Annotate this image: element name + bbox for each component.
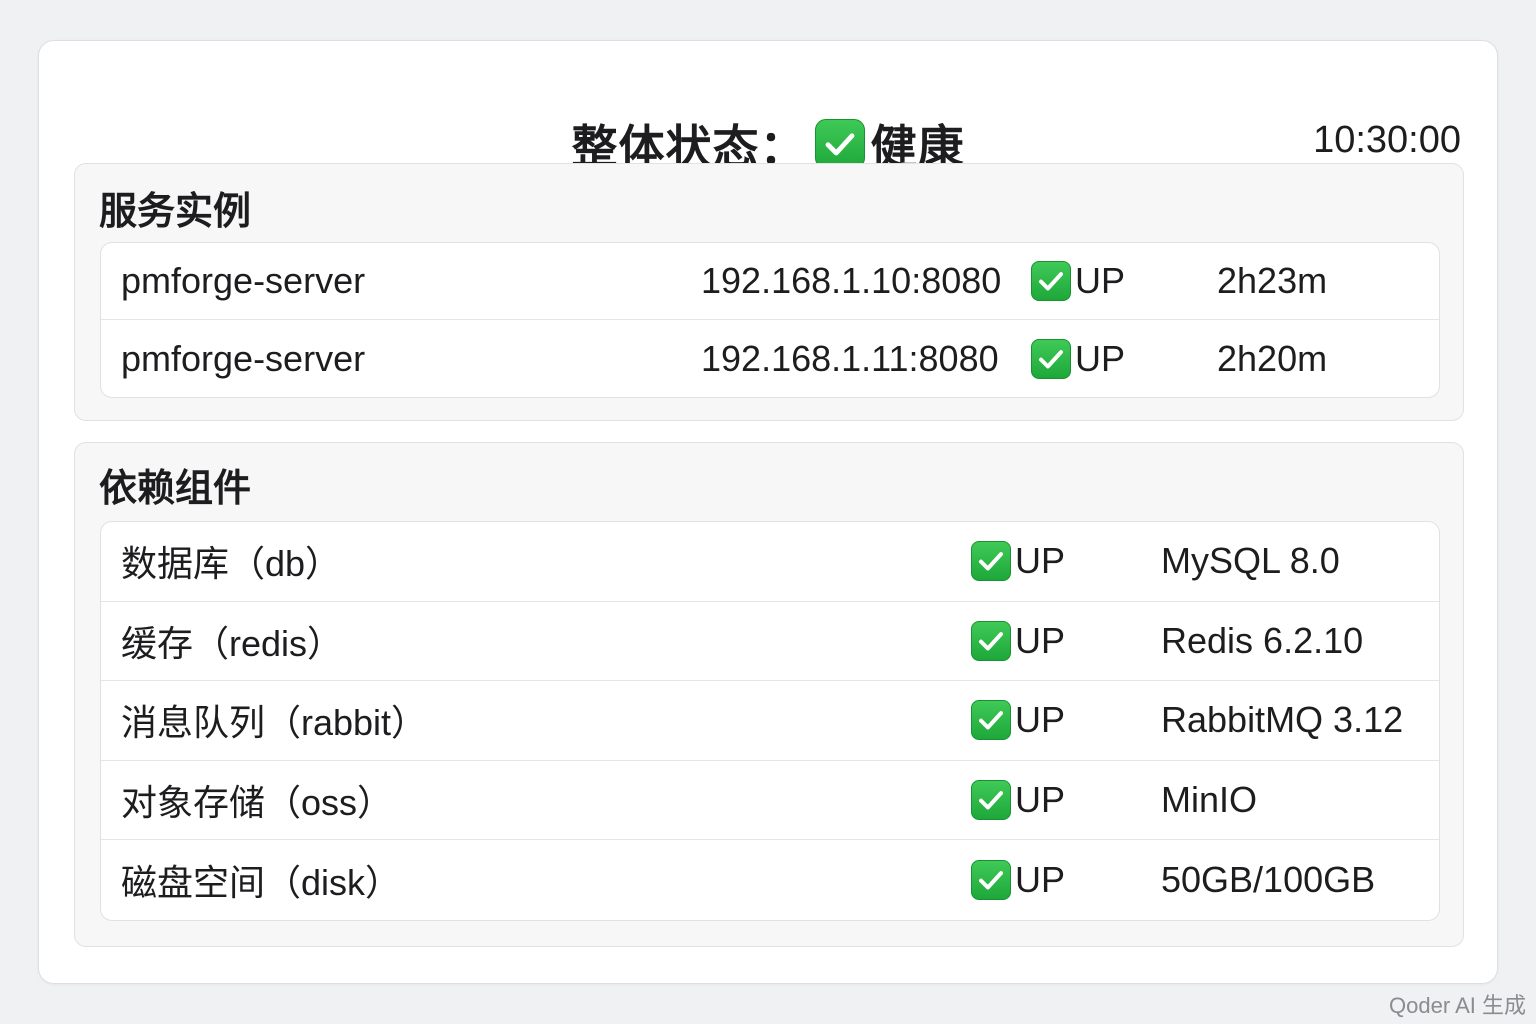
dependency-name: 缓存（redis）: [121, 622, 344, 664]
table-row: 缓存（redis） UP Redis 6.2.10: [101, 602, 1439, 682]
service-address: 192.168.1.11:8080: [701, 337, 999, 379]
status-text: UP: [1015, 540, 1066, 582]
dependency-status: UP: [971, 840, 1065, 920]
table-row: pmforge-server 192.168.1.10:8080 UP 2h23…: [101, 243, 1439, 320]
dependencies-section: 依赖组件 数据库（db） UP MySQL 8.0 缓存（redis） UP R…: [74, 442, 1464, 947]
dependency-name: 磁盘空间（disk）: [121, 862, 402, 904]
status-text: UP: [1075, 337, 1126, 379]
table-row: pmforge-server 192.168.1.11:8080 UP 2h20…: [101, 320, 1439, 397]
service-address: 192.168.1.10:8080: [701, 260, 1002, 301]
status-text: UP: [1075, 260, 1126, 301]
dependency-detail: RabbitMQ 3.12: [1161, 699, 1404, 741]
dependency-detail: MySQL 8.0: [1161, 540, 1340, 582]
health-status-card: 整体状态： 健康 10:30:00 服务实例 pmforge-server 19…: [38, 40, 1498, 984]
check-icon: [971, 780, 1011, 821]
status-text: UP: [1015, 779, 1066, 821]
check-icon: [1031, 261, 1071, 301]
check-icon: [971, 700, 1011, 741]
dependency-status: UP: [971, 522, 1065, 601]
service-name: pmforge-server: [121, 337, 366, 379]
check-icon: [971, 541, 1011, 582]
dependency-detail: Redis 6.2.10: [1161, 619, 1364, 661]
dependency-detail: MinIO: [1161, 779, 1258, 821]
dependencies-table: 数据库（db） UP MySQL 8.0 缓存（redis） UP Redis …: [100, 521, 1440, 921]
dependency-name: 对象存储（oss）: [121, 782, 394, 824]
check-icon: [1031, 338, 1071, 379]
service-instances-section: 服务实例 pmforge-server 192.168.1.10:8080 UP…: [74, 163, 1464, 421]
table-row: 磁盘空间（disk） UP 50GB/100GB: [101, 840, 1439, 920]
service-status: UP: [1031, 243, 1125, 319]
status-text: UP: [1015, 859, 1066, 901]
dependency-name: 数据库（db）: [121, 543, 342, 585]
dependency-name: 消息队列（rabbit）: [121, 702, 428, 744]
check-icon: [971, 860, 1011, 901]
status-text: UP: [1015, 699, 1066, 741]
timestamp: 10:30:00: [1313, 119, 1461, 161]
dependency-status: UP: [971, 681, 1065, 760]
service-uptime: 2h20m: [1217, 337, 1328, 379]
dependency-detail: 50GB/100GB: [1161, 859, 1376, 901]
section-title-dependencies: 依赖组件: [99, 466, 252, 510]
service-name: pmforge-server: [121, 260, 366, 301]
status-text: UP: [1015, 619, 1066, 661]
table-row: 消息队列（rabbit） UP RabbitMQ 3.12: [101, 681, 1439, 761]
service-uptime: 2h23m: [1217, 260, 1328, 301]
table-row: 对象存储（oss） UP MinIO: [101, 761, 1439, 841]
service-status: UP: [1031, 320, 1125, 397]
section-title-services: 服务实例: [99, 189, 252, 233]
check-icon: [971, 620, 1011, 661]
table-row: 数据库（db） UP MySQL 8.0: [101, 522, 1439, 602]
dependency-status: UP: [971, 761, 1065, 840]
watermark: Qoder AI 生成: [1389, 993, 1526, 1018]
dependency-status: UP: [971, 602, 1065, 681]
service-instances-table: pmforge-server 192.168.1.10:8080 UP 2h23…: [100, 242, 1440, 398]
check-icon: [814, 119, 865, 169]
header: 整体状态： 健康 10:30:00: [39, 41, 1497, 174]
